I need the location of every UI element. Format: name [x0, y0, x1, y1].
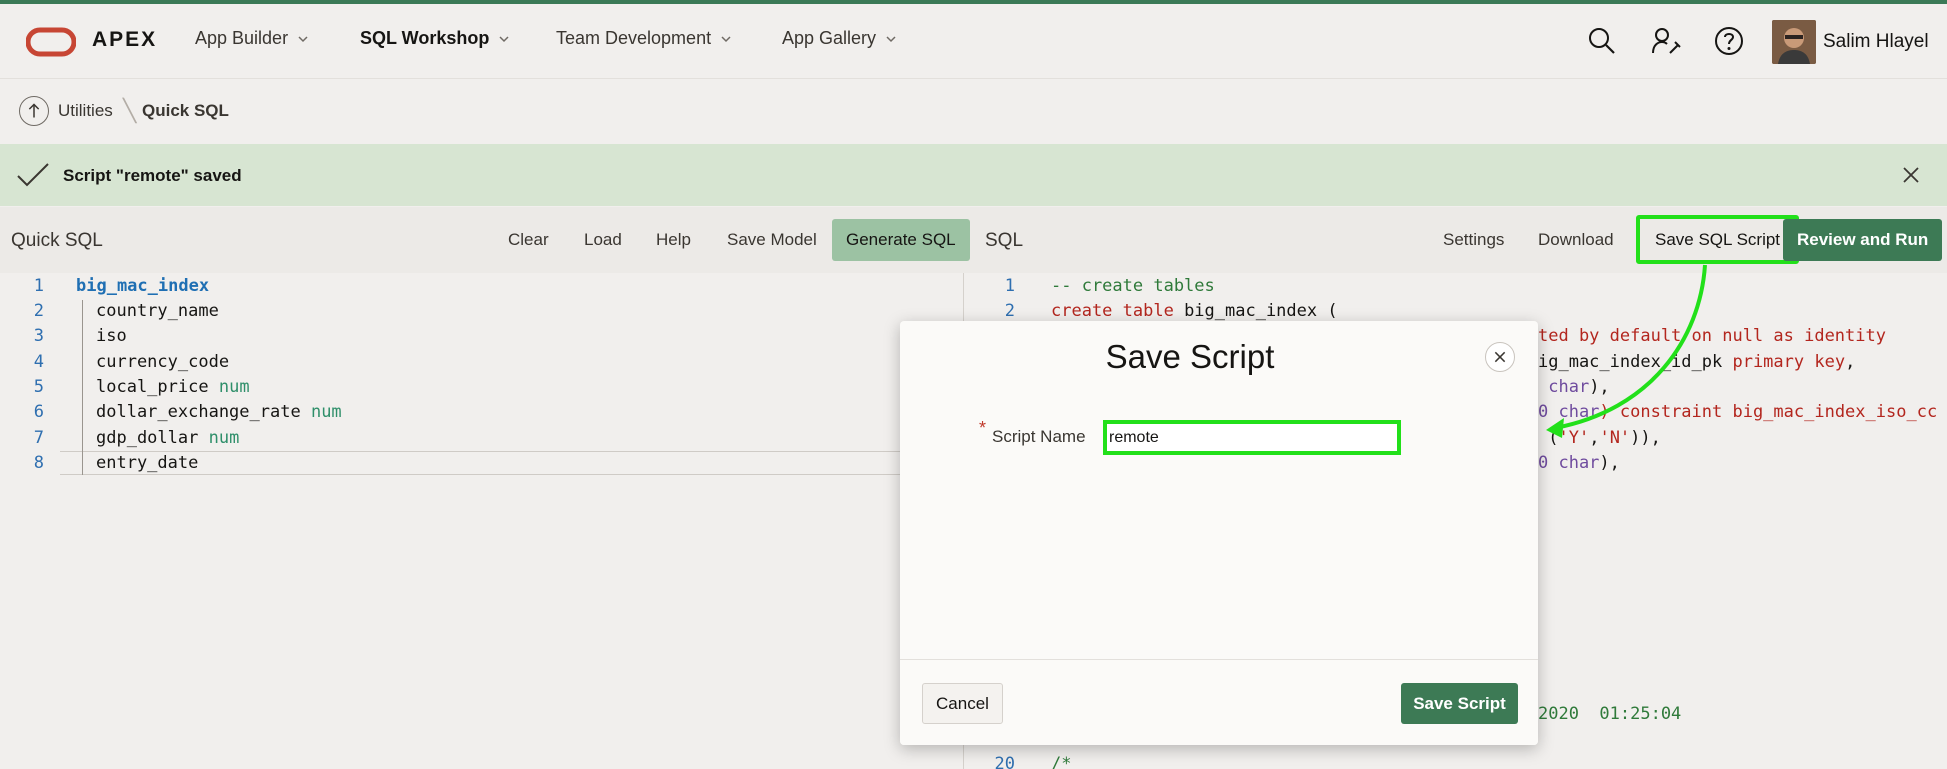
help-icon[interactable]: [1713, 25, 1745, 57]
avatar[interactable]: [1772, 20, 1816, 64]
column-name: dollar_exchange_rate: [96, 402, 301, 422]
code-column: gdp_dollar num: [96, 428, 239, 448]
quick-sql-panel-title: Quick SQL: [11, 230, 103, 251]
generate-sql-button[interactable]: Generate SQL: [832, 219, 970, 261]
chevron-down-icon: [298, 35, 308, 42]
line-number: 5: [33, 377, 44, 397]
download-button[interactable]: Download: [1524, 219, 1628, 261]
annotation-arrow-icon: [1546, 264, 1707, 438]
sql-fragment: 2020 01:25:04: [1538, 704, 1682, 724]
close-icon[interactable]: [1485, 342, 1515, 372]
breadcrumb: [0, 78, 1947, 144]
save-sql-script-button[interactable]: Save SQL Script: [1636, 215, 1800, 264]
column-type: num: [208, 428, 240, 448]
code-column: iso: [96, 326, 127, 346]
nav-team-development[interactable]: Team Development: [556, 28, 731, 49]
user-photo-icon: [1772, 20, 1816, 64]
save-script-button[interactable]: Save Script: [1401, 683, 1518, 724]
help-button[interactable]: Help: [642, 219, 705, 261]
cancel-button[interactable]: Cancel: [922, 683, 1003, 724]
nav-label: App Builder: [195, 28, 289, 48]
nav-sql-workshop[interactable]: SQL Workshop: [360, 28, 509, 49]
chevron-down-icon: [721, 35, 731, 42]
search-icon[interactable]: [1586, 25, 1618, 57]
line-number: 2: [1004, 301, 1015, 321]
column-name: local_price: [96, 377, 209, 397]
code-column: entry_date: [96, 453, 199, 473]
breadcrumb-current: Quick SQL: [142, 101, 229, 120]
line-number: 6: [33, 402, 44, 422]
line-number: 1: [33, 276, 44, 296]
line-number: 2: [33, 301, 44, 321]
sql-comment: -- create tables: [1051, 276, 1215, 296]
clear-button[interactable]: Clear: [494, 219, 563, 261]
breadcrumb-separator-icon: ╲: [123, 98, 137, 123]
sql-text: big_mac_index (: [1173, 301, 1338, 321]
code-column: country_name: [96, 301, 219, 321]
column-type: num: [218, 377, 250, 397]
settings-button[interactable]: Settings: [1429, 219, 1518, 261]
code-column: dollar_exchange_rate num: [96, 402, 342, 422]
review-and-run-button[interactable]: Review and Run: [1783, 219, 1943, 261]
script-name-input[interactable]: [1103, 420, 1401, 455]
code-table-name: big_mac_index: [76, 276, 210, 296]
sql-panel-title: SQL: [985, 230, 1024, 251]
required-indicator: *: [979, 418, 987, 438]
breadcrumb-utilities[interactable]: Utilities: [58, 101, 113, 121]
line-number: 3: [33, 326, 44, 346]
quick-sql-editor[interactable]: [0, 273, 963, 769]
close-icon[interactable]: [1900, 164, 1922, 186]
nav-app-builder[interactable]: App Builder: [195, 28, 308, 49]
load-button[interactable]: Load: [570, 219, 636, 261]
sql-text: ,: [1845, 352, 1856, 372]
apex-brand[interactable]: APEX: [92, 28, 157, 52]
chevron-down-icon: [886, 35, 896, 42]
sql-text: ),: [1599, 453, 1620, 473]
line-number: 4: [33, 352, 44, 372]
code-column: local_price num: [96, 377, 250, 397]
column-name: gdp_dollar: [96, 428, 199, 448]
code-column: currency_code: [96, 352, 230, 372]
alert-message: Script "remote" saved: [63, 166, 242, 185]
save-model-button[interactable]: Save Model: [713, 219, 831, 261]
line-number: 1: [1004, 276, 1015, 296]
chevron-down-icon: [499, 35, 509, 42]
line-number: 8: [33, 453, 44, 473]
user-name[interactable]: Salim Hlayel: [1823, 31, 1929, 53]
line-number: 7: [33, 428, 44, 448]
oracle-logo-icon[interactable]: [26, 27, 76, 57]
sql-create-table: create table big_mac_index (: [1051, 301, 1338, 321]
nav-label: Team Development: [556, 28, 712, 48]
sql-comment: /*: [1051, 754, 1072, 769]
sql-fragment: 0 char),: [1538, 453, 1620, 473]
indent-guide: [82, 300, 83, 475]
developer-tools-icon[interactable]: [1650, 25, 1682, 57]
line-number: 20: [994, 754, 1015, 769]
check-icon: [17, 163, 49, 187]
script-name-label: Script Name: [992, 427, 1086, 446]
sql-keyword: create table: [1051, 301, 1174, 321]
column-type: num: [310, 402, 342, 422]
nav-app-gallery[interactable]: App Gallery: [782, 28, 896, 49]
up-arrow-icon[interactable]: [19, 96, 49, 126]
sql-type: 0 char: [1538, 453, 1600, 473]
nav-label: SQL Workshop: [360, 28, 490, 48]
sql-keyword: primary key: [1732, 352, 1846, 372]
nav-label: App Gallery: [782, 28, 877, 48]
success-alert: [0, 144, 1947, 206]
